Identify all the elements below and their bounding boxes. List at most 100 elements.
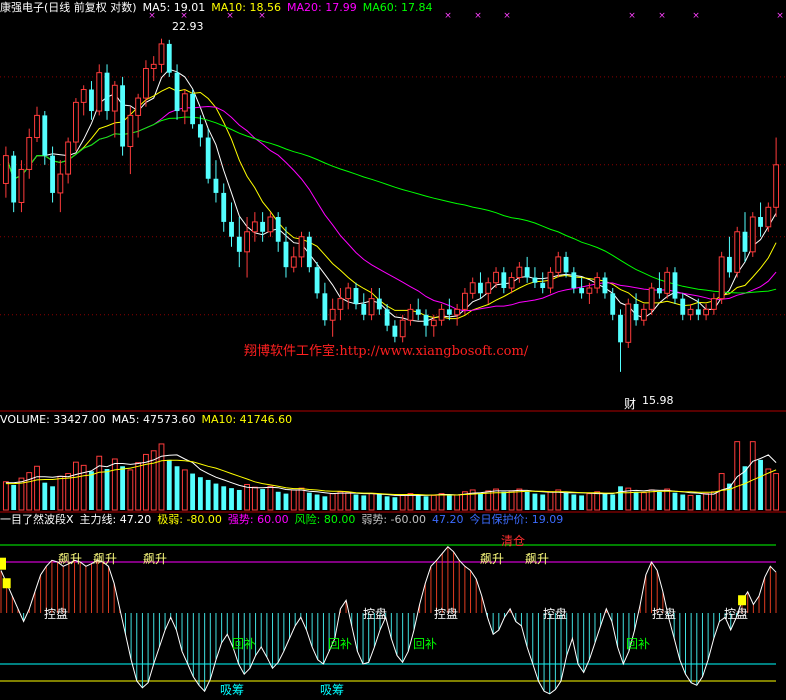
candle-body: [353, 288, 359, 304]
candle-body: [298, 236, 305, 258]
candle-body: [461, 292, 468, 310]
indicator-yellow-marker: [738, 595, 747, 606]
volume-bar: [120, 466, 126, 510]
candle-body: [181, 93, 188, 112]
candle-body: [368, 298, 375, 316]
low-price-tag: 财: [624, 397, 636, 411]
indicator-strong: 强势: 60.00: [227, 513, 289, 526]
candle-body: [34, 114, 40, 139]
candle-body: [89, 89, 94, 112]
volume-bar: [2, 481, 9, 511]
candle-body: [260, 221, 266, 232]
volume-bar: [337, 491, 344, 511]
candle-body: [734, 231, 741, 273]
ma10-legend: MA10: 18.56: [211, 1, 282, 14]
signal-label: 控盘: [363, 606, 387, 621]
candle-body: [594, 277, 601, 289]
stock-chart[interactable]: × × × × × × × × × × × 翔博软件工作室:http://www.xiangboso…: [0, 0, 786, 700]
volume-bar: [314, 494, 320, 510]
volume-bar: [11, 484, 17, 510]
indicator-risk: 风险: 80.00: [294, 513, 356, 526]
volume-bar: [361, 495, 367, 510]
marker-x: ×: [503, 11, 511, 21]
low-price-label: 15.98: [642, 394, 674, 407]
volume-bar: [244, 483, 250, 511]
volume-bar: [345, 492, 352, 511]
volume-bar: [267, 485, 274, 511]
indicator-name: 一目了然波段X: [0, 513, 74, 526]
volume-bar: [430, 494, 437, 511]
candle-body: [221, 192, 227, 222]
candle-body: [65, 141, 72, 175]
indicator-weak: 弱势: -60.00: [361, 513, 426, 526]
volume-bar: [353, 494, 359, 510]
indicator-protect-price: 今日保护价: 19.09: [469, 513, 564, 526]
marker-x: ×: [692, 11, 700, 21]
volume-bar: [166, 459, 172, 510]
candle-body: [485, 282, 492, 294]
volume-bar: [664, 488, 671, 511]
candle-body: [50, 155, 55, 193]
volume-bar: [758, 459, 763, 510]
candle-body: [718, 256, 725, 300]
volume-bar: [508, 490, 515, 511]
candle-body: [547, 271, 554, 289]
volume-bar: [104, 469, 110, 510]
volume-bar: [586, 493, 593, 511]
volume-bar: [384, 496, 390, 510]
volume-bar: [547, 491, 554, 511]
volume-bar: [773, 473, 780, 511]
volume-bar: [703, 493, 710, 511]
volume-bar: [423, 496, 429, 510]
candle-body: [687, 308, 694, 316]
candle-body: [610, 293, 616, 315]
volume-bar: [563, 492, 569, 510]
indicator-yellow-marker: [0, 557, 6, 570]
volume-bar: [298, 487, 305, 511]
candle-body: [469, 282, 476, 294]
candle-body: [111, 84, 118, 112]
volume-bar: [407, 493, 414, 511]
candle-body: [197, 124, 203, 138]
candle-body: [306, 236, 312, 268]
volume-legend: VOLUME: 33427.00 MA5: 47573.60 MA10: 41746…: [0, 413, 298, 427]
marker-x: ×: [658, 11, 666, 21]
candle-body: [229, 221, 234, 237]
high-price-label: 22.93: [172, 20, 204, 33]
candle-body: [516, 266, 523, 279]
signal-label: 控盘: [724, 606, 748, 621]
candle-body: [361, 303, 367, 315]
candle-body: [57, 173, 64, 194]
candle-body: [430, 319, 437, 327]
candle-body: [478, 282, 483, 294]
candle-body: [96, 72, 103, 112]
candle-body: [158, 43, 165, 65]
candle-body: [633, 303, 639, 321]
candle-body: [656, 288, 662, 294]
candle-body: [454, 308, 461, 316]
indicator-extreme-weak: 极弱: -80.00: [157, 513, 222, 526]
volume-bar: [283, 493, 289, 510]
candle-body: [438, 308, 445, 321]
candle-body: [532, 277, 538, 283]
candle-body: [190, 93, 196, 125]
volume-bar: [251, 486, 258, 511]
candle-body: [104, 72, 110, 112]
volume-bar: [260, 489, 266, 510]
volume-bar: [718, 473, 725, 511]
candle-body: [135, 97, 142, 116]
volume-bar: [579, 495, 585, 510]
candle-body: [765, 206, 772, 228]
volume-bar: [524, 491, 530, 510]
candle-body: [742, 231, 748, 252]
signal-label: 回补: [232, 637, 256, 651]
volume-bar: [236, 489, 242, 510]
volume-value: VOLUME: 33427.00: [0, 413, 106, 426]
volume-bar: [392, 497, 398, 510]
candle-body: [267, 216, 274, 233]
candle-body: [120, 85, 126, 147]
candle-body: [501, 272, 507, 289]
candle-body: [18, 168, 25, 203]
volume-bar: [190, 473, 196, 510]
volume-bar: [399, 494, 406, 511]
